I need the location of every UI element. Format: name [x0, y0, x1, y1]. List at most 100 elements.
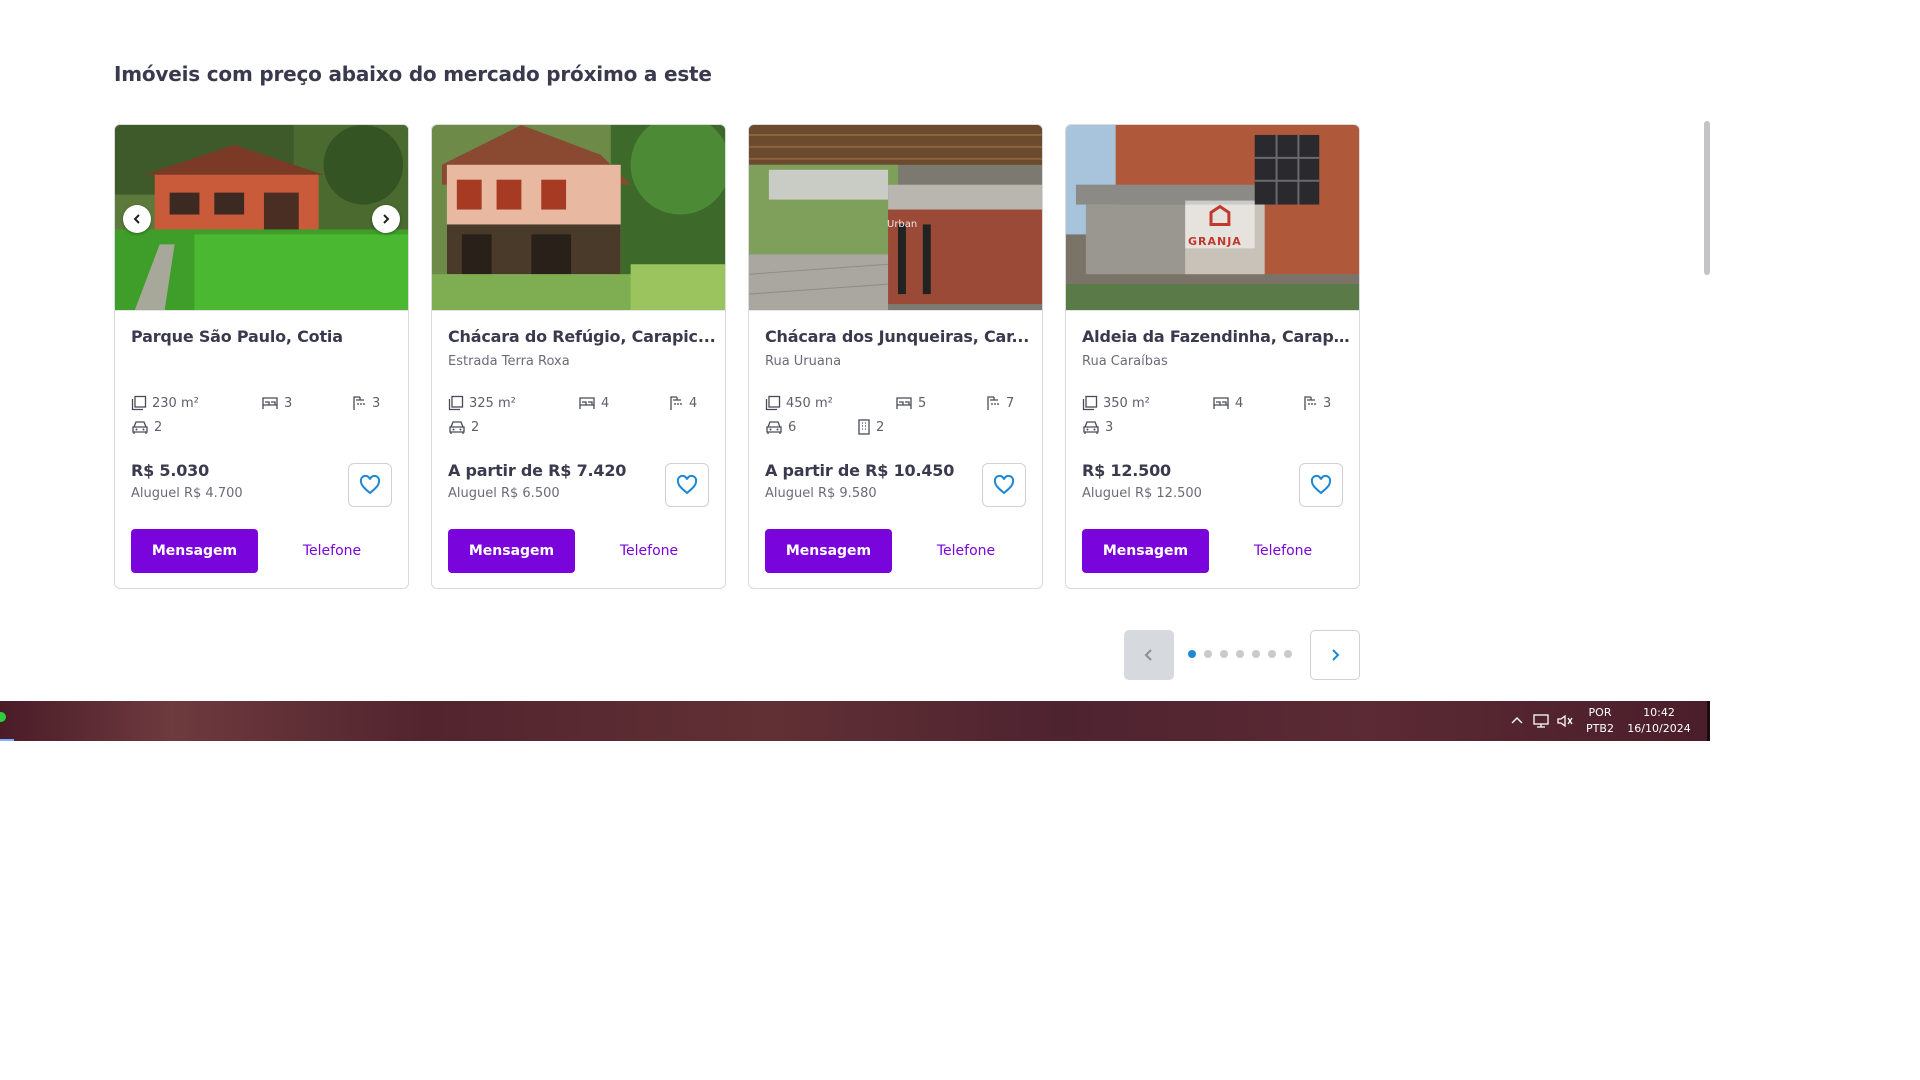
scrollbar-thumb[interactable] [1704, 121, 1710, 275]
pager-dot-active[interactable] [1188, 650, 1196, 658]
language-code: POR [1588, 706, 1612, 719]
building-icon [858, 419, 870, 435]
favorite-button[interactable] [348, 463, 392, 507]
features-row: 325 m² 4 4 [448, 395, 718, 415]
heart-icon [1310, 475, 1332, 495]
listing-photo[interactable]: GRANJA [1066, 125, 1359, 311]
photo-next-button[interactable] [372, 205, 400, 233]
feature-bedrooms: 4 [578, 395, 609, 411]
network-icon[interactable] [1532, 713, 1550, 729]
chevron-up-icon[interactable] [1510, 715, 1524, 725]
favorite-button[interactable] [665, 463, 709, 507]
bed-icon [262, 397, 278, 409]
pager-dot[interactable] [1204, 650, 1212, 658]
phone-button[interactable]: Telefone [594, 529, 704, 573]
feature-bedrooms: 4 [1212, 395, 1243, 411]
shower-icon [1304, 396, 1316, 410]
features-row: 6 2 [765, 419, 1035, 439]
bathrooms-value: 3 [372, 395, 381, 411]
listing-title[interactable]: Chácara do Refúgio, Carapic... [448, 327, 718, 346]
chevron-left-icon [133, 214, 140, 224]
area-value: 350 m² [1103, 395, 1150, 411]
price-block: A partir de R$ 10.450 Aluguel R$ 9.580 [765, 461, 954, 501]
pager-dot[interactable] [1220, 650, 1228, 658]
listing-card[interactable]: Urban Chácara dos Junqueiras, Car... Rua… [748, 124, 1043, 589]
listing-card[interactable]: Chácara do Refúgio, Carapic... Estrada T… [431, 124, 726, 589]
message-button[interactable]: Mensagem [1082, 529, 1209, 573]
photo-prev-button[interactable] [123, 205, 151, 233]
listing-details: Chácara do Refúgio, Carapic... Estrada T… [448, 327, 716, 588]
features-row: 450 m² 5 7 [765, 395, 1035, 415]
price-block: A partir de R$ 7.420 Aluguel R$ 6.500 [448, 461, 626, 501]
listing-title[interactable]: Aldeia da Fazendinha, Carapi... [1082, 327, 1352, 346]
clock[interactable]: 10:42 16/10/2024 [1624, 705, 1694, 737]
price: R$ 5.030 [131, 461, 210, 480]
feature-bathrooms: 3 [1302, 395, 1331, 411]
features-row: 2 [448, 419, 718, 439]
listing-title[interactable]: Chácara dos Junqueiras, Car... [765, 327, 1035, 346]
listing-title[interactable]: Parque São Paulo, Cotia [131, 327, 401, 346]
price-block: R$ 12.500 Aluguel R$ 12.500 [1082, 461, 1202, 501]
pager-next-button[interactable] [1310, 630, 1360, 680]
area-icon [448, 395, 464, 411]
patio-photo [749, 125, 1042, 310]
favorite-button[interactable] [1299, 463, 1343, 507]
listing-photo[interactable] [432, 125, 725, 311]
rent: Aluguel R$ 6.500 [448, 486, 560, 501]
bathrooms-value: 7 [1006, 395, 1015, 411]
message-button[interactable]: Mensagem [765, 529, 892, 573]
features-row: 350 m² 4 3 [1082, 395, 1352, 415]
message-button[interactable]: Mensagem [131, 529, 258, 573]
photo-watermark: Urban [887, 219, 918, 230]
listing-card[interactable]: Parque São Paulo, Cotia 230 m² 3 3 2 R$ … [114, 124, 409, 589]
feature-bedrooms: 5 [895, 395, 926, 411]
feature-parking: 6 [765, 419, 796, 435]
pager-dot[interactable] [1236, 650, 1244, 658]
system-tray: POR PTB2 10:42 16/10/2024 [1510, 701, 1700, 741]
rent: Aluguel R$ 12.500 [1082, 486, 1202, 501]
feature-bathrooms: 7 [985, 395, 1014, 411]
phone-button[interactable]: Telefone [1228, 529, 1338, 573]
bathrooms-value: 3 [1323, 395, 1332, 411]
house-photo [115, 125, 408, 310]
suites-value: 2 [876, 419, 885, 435]
pager-prev-button[interactable] [1124, 630, 1174, 680]
listing-street: Rua Caraíbas [1082, 354, 1168, 369]
input-language[interactable]: POR PTB2 [1584, 705, 1616, 737]
features-row: 230 m² 3 3 [131, 395, 401, 415]
show-desktop-button[interactable] [1707, 701, 1710, 741]
feature-bathrooms: 3 [351, 395, 380, 411]
listing-photo[interactable]: Urban [749, 125, 1042, 311]
feature-area: 230 m² [131, 395, 199, 411]
clock-date: 16/10/2024 [1627, 722, 1691, 735]
bed-icon [896, 397, 912, 409]
heart-icon [993, 475, 1015, 495]
pager-dot[interactable] [1268, 650, 1276, 658]
area-value: 450 m² [786, 395, 833, 411]
phone-button[interactable]: Telefone [277, 529, 387, 573]
chevron-right-icon [1332, 649, 1340, 661]
shower-icon [353, 396, 365, 410]
rent: Aluguel R$ 4.700 [131, 486, 243, 501]
pager-dots [1188, 650, 1292, 658]
favorite-button[interactable] [982, 463, 1026, 507]
bedrooms-value: 3 [284, 395, 293, 411]
bedrooms-value: 4 [601, 395, 610, 411]
phone-button[interactable]: Telefone [911, 529, 1021, 573]
listing-details: Aldeia da Fazendinha, Carapi... Rua Cara… [1082, 327, 1352, 588]
listing-street: Estrada Terra Roxa [448, 354, 570, 369]
area-icon [765, 395, 781, 411]
listing-details: Chácara dos Junqueiras, Car... Rua Uruan… [765, 327, 1029, 588]
pager-dot[interactable] [1284, 650, 1292, 658]
volume-muted-icon[interactable] [1556, 713, 1574, 729]
feature-bathrooms: 4 [668, 395, 697, 411]
shower-icon [987, 396, 999, 410]
parking-value: 3 [1105, 419, 1114, 435]
listing-card[interactable]: GRANJA Aldeia da Fazendinha, Carapi... R… [1065, 124, 1360, 589]
bedrooms-value: 5 [918, 395, 927, 411]
bed-icon [1213, 397, 1229, 409]
message-button[interactable]: Mensagem [448, 529, 575, 573]
pager-dot[interactable] [1252, 650, 1260, 658]
listing-photo[interactable] [115, 125, 408, 311]
area-icon [1082, 395, 1098, 411]
